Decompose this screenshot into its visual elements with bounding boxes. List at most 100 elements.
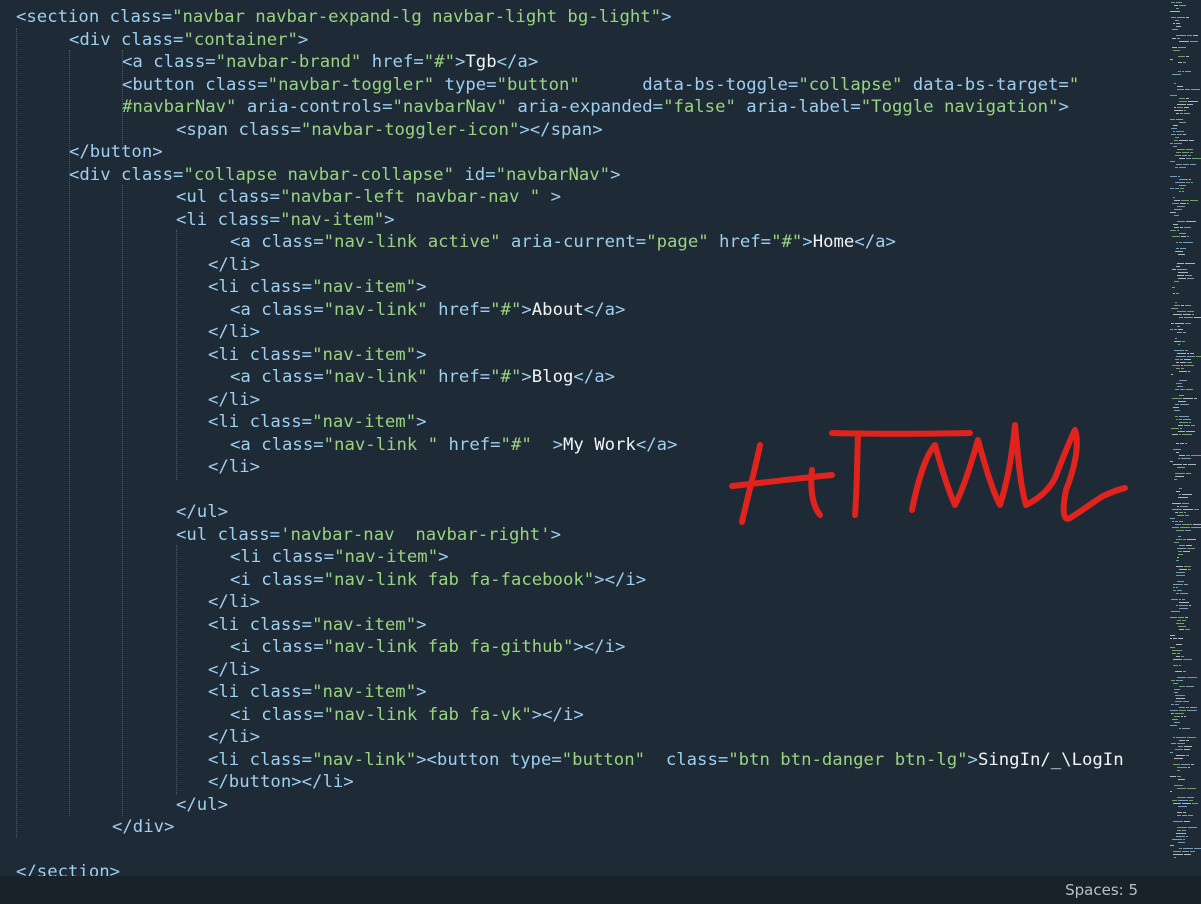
code-token: "nav-link" bbox=[323, 299, 428, 320]
minimap-line bbox=[1188, 101, 1198, 102]
code-line[interactable]: <li class="nav-item"> bbox=[208, 344, 427, 367]
minimap-line bbox=[1184, 317, 1193, 318]
minimap-line bbox=[1192, 803, 1198, 804]
code-token: class= bbox=[261, 434, 324, 455]
code-line[interactable]: <button class="navbar-toggler" type="but… bbox=[122, 74, 1079, 97]
minimap-line bbox=[1173, 803, 1181, 804]
indentation-setting[interactable]: Spaces: 5 bbox=[1065, 881, 1138, 899]
minimap-line bbox=[1194, 317, 1201, 318]
code-line[interactable]: <a class="nav-link " href="#" >My Work</… bbox=[230, 434, 677, 457]
code-line[interactable]: <a class="nav-link" href="#">Blog</a> bbox=[230, 366, 615, 389]
minimap-line bbox=[1187, 362, 1192, 363]
minimap-line bbox=[1174, 479, 1177, 480]
code-token: class= bbox=[249, 277, 313, 297]
code-line[interactable]: </li> bbox=[208, 726, 260, 749]
code-line[interactable]: </ul> bbox=[176, 794, 228, 817]
minimap-line bbox=[1186, 455, 1190, 456]
code-line[interactable]: <a class="nav-link" href="#">About</a> bbox=[230, 299, 625, 322]
minimap-line bbox=[1180, 527, 1190, 528]
code-line[interactable]: </li> bbox=[208, 254, 260, 277]
minimap-line bbox=[1183, 242, 1193, 243]
code-line[interactable]: </li> bbox=[208, 456, 260, 479]
code-line[interactable]: </li> bbox=[208, 321, 260, 344]
code-token: href= bbox=[361, 52, 424, 72]
code-line[interactable]: <i class="nav-link fab fa-github"></i> bbox=[230, 636, 625, 659]
code-token: "button" bbox=[561, 749, 646, 770]
code-line[interactable]: </button></li> bbox=[208, 771, 354, 794]
code-line[interactable]: <ul class='navbar-nav navbar-right'> bbox=[176, 524, 561, 547]
minimap-line bbox=[1177, 557, 1179, 558]
minimap-line bbox=[1186, 755, 1189, 756]
code-token: <a bbox=[122, 52, 154, 72]
code-line[interactable]: <li class="nav-item"> bbox=[208, 614, 427, 637]
code-line[interactable]: <span class="navbar-toggler-icon"></span… bbox=[176, 119, 603, 142]
code-line[interactable]: <li class="nav-item"> bbox=[208, 276, 427, 299]
minimap-line bbox=[1196, 356, 1201, 357]
code-line[interactable]: <div class="container"> bbox=[69, 29, 308, 52]
minimap-line bbox=[1179, 101, 1187, 102]
minimap-line bbox=[1183, 62, 1186, 63]
minimap-line bbox=[1189, 605, 1191, 606]
code-token: "false" bbox=[663, 97, 736, 117]
minimap-line bbox=[1182, 503, 1189, 504]
minimap-line bbox=[1189, 140, 1194, 141]
code-line[interactable]: <i class="nav-link fab fa-vk"></i> bbox=[230, 704, 584, 727]
code-line[interactable]: <li class="nav-item"> bbox=[208, 411, 427, 434]
minimap-line bbox=[1184, 749, 1190, 750]
code-line[interactable]: #navbarNav" aria-controls="navbarNav" ar… bbox=[122, 96, 1069, 119]
code-line[interactable]: </button> bbox=[69, 141, 163, 164]
minimap-line bbox=[1183, 659, 1192, 660]
minimap-line bbox=[1175, 521, 1178, 522]
minimap-line bbox=[1177, 770, 1180, 771]
minimap[interactable] bbox=[1170, 0, 1201, 876]
indent-guide bbox=[122, 50, 123, 150]
code-line[interactable]: </div> bbox=[112, 816, 174, 839]
minimap-line bbox=[1179, 728, 1181, 729]
code-line[interactable]: </li> bbox=[208, 659, 260, 682]
minimap-line bbox=[1187, 710, 1197, 711]
minimap-line bbox=[1178, 458, 1180, 459]
code-line[interactable]: </ul> bbox=[176, 501, 228, 524]
code-token: </a> bbox=[496, 52, 539, 72]
code-line[interactable]: <i class="nav-link fab fa-facebook"></i> bbox=[230, 569, 646, 592]
minimap-line bbox=[1176, 755, 1185, 756]
code-line[interactable]: <li class="nav-item"> bbox=[230, 546, 449, 569]
code-line[interactable]: <a class="nav-link active" aria-current=… bbox=[230, 231, 896, 254]
minimap-line bbox=[1176, 248, 1179, 249]
minimap-line bbox=[1188, 827, 1197, 828]
code-token: ></span> bbox=[519, 119, 603, 140]
code-line[interactable]: <li class="nav-item"> bbox=[176, 209, 395, 232]
minimap-line bbox=[1183, 812, 1186, 813]
minimap-line bbox=[1175, 155, 1181, 156]
code-line[interactable]: <div class="collapse navbar-collapse" id… bbox=[69, 164, 620, 187]
code-token: > bbox=[802, 232, 813, 252]
minimap-line bbox=[1183, 314, 1191, 315]
code-line[interactable]: <li class="nav-item"> bbox=[208, 681, 427, 704]
minimap-line bbox=[1173, 764, 1180, 765]
minimap-line bbox=[1179, 608, 1188, 609]
code-line[interactable]: </li> bbox=[208, 591, 260, 614]
minimap-line bbox=[1184, 113, 1190, 114]
minimap-line bbox=[1185, 305, 1191, 306]
code-line[interactable]: <a class="navbar-brand" href="#">Tgb</a> bbox=[122, 51, 538, 74]
minimap-line bbox=[1173, 851, 1181, 852]
minimap-line bbox=[1170, 119, 1175, 120]
minimap-line bbox=[1177, 812, 1182, 813]
code-line[interactable]: <section class="navbar navbar-expand-lg … bbox=[16, 6, 671, 29]
minimap-line bbox=[1175, 404, 1179, 405]
minimap-line bbox=[1188, 155, 1191, 156]
code-editor[interactable]: <section class="navbar navbar-expand-lg … bbox=[0, 0, 1170, 876]
minimap-line bbox=[1183, 419, 1191, 420]
minimap-line bbox=[1184, 365, 1194, 366]
minimap-line bbox=[1172, 650, 1182, 651]
minimap-line bbox=[1175, 338, 1177, 339]
minimap-line bbox=[1171, 680, 1175, 681]
minimap-line bbox=[1184, 110, 1186, 111]
minimap-line bbox=[1172, 434, 1178, 435]
code-token: data-bs-toggle= bbox=[579, 74, 799, 95]
minimap-line bbox=[1176, 23, 1180, 24]
code-line[interactable]: <ul class="navbar-left navbar-nav " > bbox=[176, 186, 561, 209]
code-line[interactable]: </li> bbox=[208, 389, 260, 412]
code-line[interactable]: <li class="nav-link"><button type="butto… bbox=[208, 749, 1124, 772]
code-line[interactable]: </section> bbox=[16, 861, 120, 876]
